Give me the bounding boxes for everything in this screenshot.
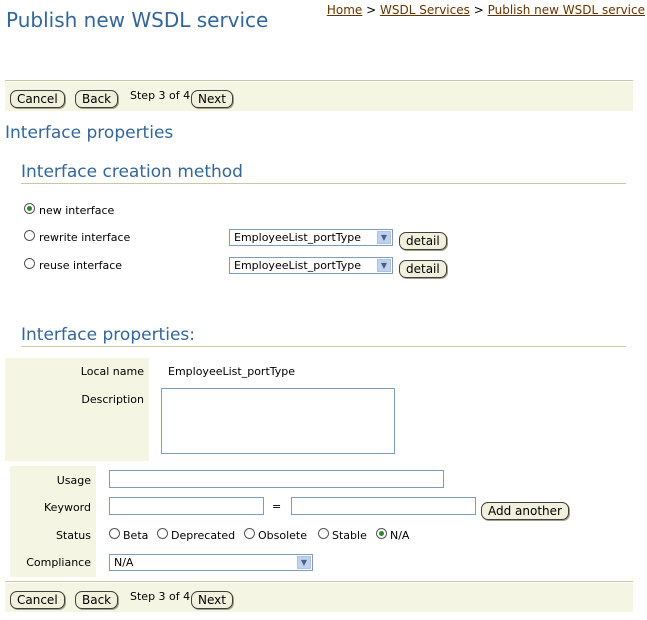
section-title: Interface properties bbox=[5, 123, 174, 143]
keyword-name-input[interactable] bbox=[109, 497, 264, 515]
radio-rewrite-interface[interactable] bbox=[24, 230, 35, 241]
keyword-label: Keyword bbox=[44, 501, 91, 514]
radio-status-deprecated[interactable] bbox=[157, 528, 168, 539]
rewrite-interface-label: rewrite interface bbox=[39, 231, 131, 244]
keyword-equals: = bbox=[272, 500, 282, 513]
breadcrumb: Home > WSDL Services > Publish new WSDL … bbox=[327, 3, 645, 17]
reuse-interface-label: reuse interface bbox=[39, 259, 123, 272]
new-interface-label: new interface bbox=[39, 204, 115, 217]
breadcrumb-wsdl-services-link[interactable]: WSDL Services bbox=[380, 3, 470, 17]
radio-status-na[interactable] bbox=[376, 528, 387, 539]
properties-divider bbox=[21, 346, 626, 347]
status-beta-label: Beta bbox=[123, 529, 149, 542]
compliance-select-value: N/A bbox=[114, 556, 134, 569]
back-button[interactable]: Back bbox=[75, 591, 119, 609]
reuse-interface-select[interactable]: EmployeeList_portType ▼ bbox=[229, 257, 393, 274]
keyword-value-input[interactable] bbox=[291, 497, 476, 515]
footer-divider bbox=[5, 581, 633, 582]
next-button[interactable]: Next bbox=[191, 90, 233, 108]
reuse-detail-button[interactable]: detail bbox=[399, 260, 447, 278]
status-label: Status bbox=[55, 529, 91, 542]
radio-status-beta[interactable] bbox=[109, 528, 120, 539]
radio-status-stable[interactable] bbox=[318, 528, 329, 539]
status-deprecated-label: Deprecated bbox=[171, 529, 236, 542]
cancel-button[interactable]: Cancel bbox=[10, 90, 65, 108]
chevron-down-icon: ▼ bbox=[377, 259, 391, 272]
step-indicator: Step 3 of 4 bbox=[130, 590, 191, 603]
usage-input[interactable] bbox=[109, 470, 444, 488]
step-indicator: Step 3 of 4 bbox=[130, 89, 191, 102]
status-na-label: N/A bbox=[390, 529, 410, 542]
status-stable-label: Stable bbox=[332, 529, 367, 542]
back-button[interactable]: Back bbox=[75, 90, 119, 108]
add-another-button[interactable]: Add another bbox=[481, 502, 569, 520]
chevron-down-icon: ▼ bbox=[297, 556, 311, 569]
rewrite-detail-button[interactable]: detail bbox=[399, 232, 447, 250]
breadcrumb-separator: > bbox=[366, 3, 377, 17]
compliance-select[interactable]: N/A ▼ bbox=[109, 554, 313, 571]
radio-new-interface[interactable] bbox=[24, 203, 35, 214]
page-title: Publish new WSDL service bbox=[6, 8, 269, 32]
compliance-label: Compliance bbox=[26, 556, 91, 569]
cancel-button[interactable]: Cancel bbox=[10, 591, 65, 609]
properties-title: Interface properties: bbox=[21, 325, 195, 345]
header-divider bbox=[5, 80, 633, 81]
rewrite-interface-select[interactable]: EmployeeList_portType ▼ bbox=[229, 229, 393, 246]
breadcrumb-home-link[interactable]: Home bbox=[327, 3, 362, 17]
rewrite-interface-select-value: EmployeeList_portType bbox=[234, 231, 362, 244]
chevron-down-icon: ▼ bbox=[377, 231, 391, 244]
bottom-navigation-bar: Cancel Back Step 3 of 4 Next bbox=[5, 583, 633, 612]
creation-method-title: Interface creation method bbox=[21, 162, 243, 182]
local-name-value: EmployeeList_portType bbox=[168, 365, 296, 378]
local-name-label: Local name bbox=[80, 365, 144, 378]
breadcrumb-current-link[interactable]: Publish new WSDL service bbox=[488, 3, 645, 17]
status-obsolete-label: Obsolete bbox=[258, 529, 308, 542]
reuse-interface-select-value: EmployeeList_portType bbox=[234, 259, 362, 272]
breadcrumb-separator: > bbox=[473, 3, 484, 17]
creation-method-divider bbox=[21, 183, 626, 184]
radio-reuse-interface[interactable] bbox=[24, 258, 35, 269]
usage-label: Usage bbox=[56, 474, 91, 487]
next-button[interactable]: Next bbox=[191, 591, 233, 609]
top-navigation-bar: Cancel Back Step 3 of 4 Next bbox=[5, 82, 633, 111]
description-textarea[interactable] bbox=[161, 388, 395, 454]
description-label: Description bbox=[81, 393, 144, 406]
radio-status-obsolete[interactable] bbox=[244, 528, 255, 539]
